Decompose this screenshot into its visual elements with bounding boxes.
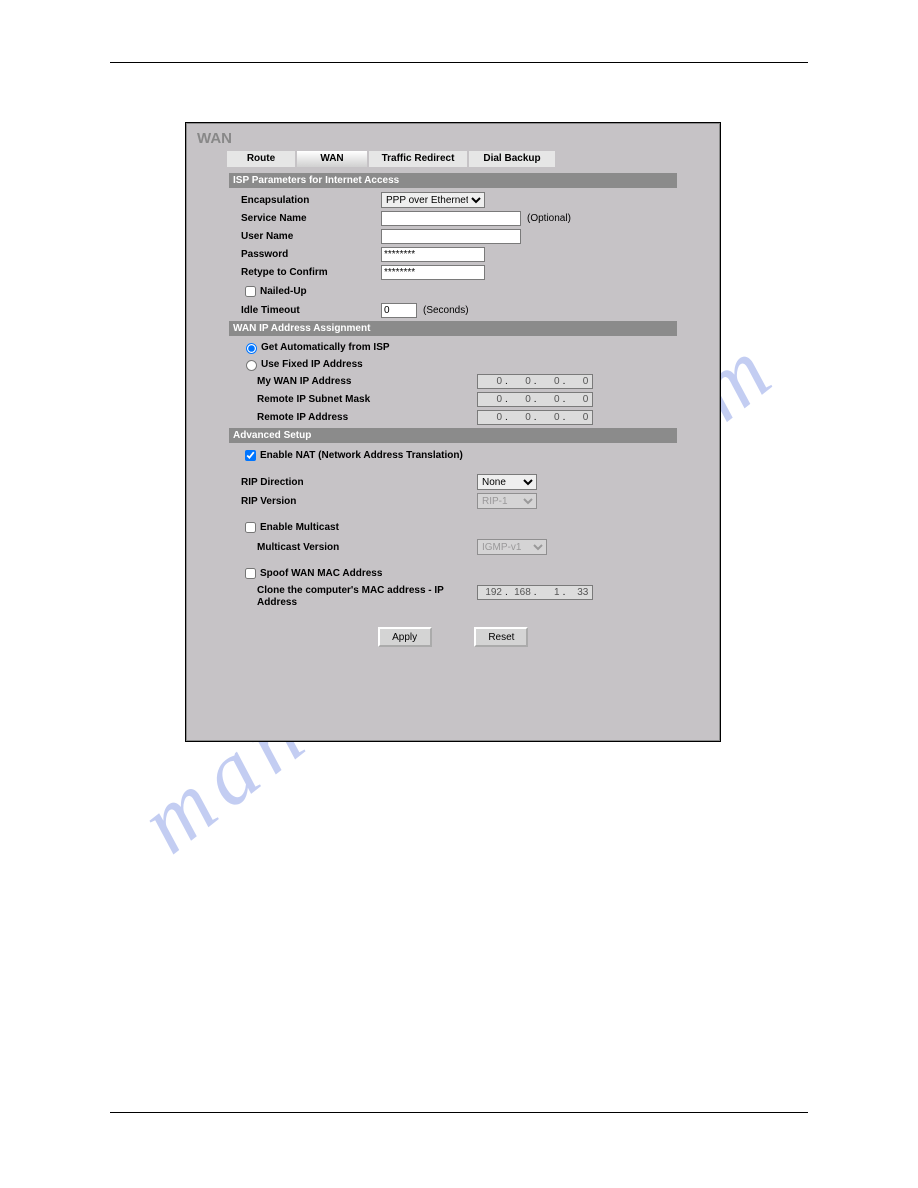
- form-body: ISP Parameters for Internet Access Encap…: [219, 169, 687, 665]
- retype-label: Retype to Confirm: [241, 267, 381, 278]
- tab-dial-backup[interactable]: Dial Backup: [469, 151, 555, 167]
- row-rip-version: RIP Version RIP-1: [241, 493, 677, 509]
- ip-octet[interactable]: [511, 411, 531, 424]
- remote-ip-input[interactable]: . . .: [477, 410, 593, 425]
- subnet-input[interactable]: . . .: [477, 392, 593, 407]
- ip-octet[interactable]: [511, 586, 531, 599]
- username-label: User Name: [241, 231, 381, 242]
- ip-octet[interactable]: [568, 375, 588, 388]
- ip-octet[interactable]: [482, 375, 502, 388]
- ip-octet[interactable]: [568, 393, 588, 406]
- ip-octet[interactable]: [540, 586, 560, 599]
- row-my-wan-ip: My WAN IP Address . . .: [257, 374, 677, 389]
- row-idle-timeout: Idle Timeout (Seconds): [241, 303, 677, 318]
- retype-input[interactable]: [381, 265, 485, 280]
- service-name-label: Service Name: [241, 213, 381, 224]
- section-isp: ISP Parameters for Internet Access: [229, 173, 677, 188]
- enable-nat-checkbox[interactable]: [245, 450, 256, 461]
- ip-octet[interactable]: [511, 375, 531, 388]
- rip-version-select[interactable]: RIP-1: [477, 493, 537, 509]
- service-name-input[interactable]: [381, 211, 521, 226]
- ip-octet[interactable]: [511, 393, 531, 406]
- wan-config-panel: WAN Route WAN Traffic Redirect Dial Back…: [186, 123, 720, 741]
- ip-octet[interactable]: [568, 411, 588, 424]
- row-subnet: Remote IP Subnet Mask . . .: [257, 392, 677, 407]
- ip-octet[interactable]: [482, 411, 502, 424]
- nailed-up-label: Nailed-Up: [260, 286, 307, 297]
- section-advanced: Advanced Setup: [229, 428, 677, 443]
- tab-wan[interactable]: WAN: [297, 151, 367, 167]
- row-auto-isp: Get Automatically from ISP: [241, 340, 677, 354]
- enable-multicast-checkbox[interactable]: [245, 522, 256, 533]
- idle-timeout-input[interactable]: [381, 303, 417, 318]
- enable-nat-label: Enable NAT (Network Address Translation): [260, 450, 463, 461]
- row-enable-nat: Enable NAT (Network Address Translation): [241, 447, 677, 464]
- button-row: Apply Reset: [229, 627, 677, 647]
- row-enable-multicast: Enable Multicast: [241, 519, 677, 536]
- screenshot-frame: WAN Route WAN Traffic Redirect Dial Back…: [185, 122, 721, 742]
- tab-traffic-redirect[interactable]: Traffic Redirect: [369, 151, 467, 167]
- password-label: Password: [241, 249, 381, 260]
- page-title: WAN: [187, 124, 719, 151]
- reset-button[interactable]: Reset: [474, 627, 528, 647]
- radio-auto-isp[interactable]: [246, 343, 257, 354]
- row-retype: Retype to Confirm: [241, 265, 677, 280]
- ip-octet[interactable]: [482, 586, 502, 599]
- ip-octet[interactable]: [540, 375, 560, 388]
- row-password: Password: [241, 247, 677, 262]
- encapsulation-select[interactable]: PPP over Ethernet: [381, 192, 485, 208]
- clone-ip-input[interactable]: . . .: [477, 585, 593, 600]
- tab-route[interactable]: Route: [227, 151, 295, 167]
- multicast-version-label: Multicast Version: [257, 542, 477, 553]
- auto-isp-label: Get Automatically from ISP: [261, 342, 390, 353]
- row-multicast-version: Multicast Version IGMP-v1: [257, 539, 677, 555]
- row-service-name: Service Name (Optional): [241, 211, 677, 226]
- section-wan-ip: WAN IP Address Assignment: [229, 321, 677, 336]
- row-username: User Name: [241, 229, 677, 244]
- spoof-mac-checkbox[interactable]: [245, 568, 256, 579]
- row-clone-mac: Clone the computer's MAC address - IP Ad…: [257, 585, 677, 609]
- fixed-ip-label: Use Fixed IP Address: [261, 359, 363, 370]
- my-wan-ip-input[interactable]: . . .: [477, 374, 593, 389]
- row-spoof-mac: Spoof WAN MAC Address: [241, 565, 677, 582]
- remote-ip-label: Remote IP Address: [257, 412, 477, 423]
- ip-octet[interactable]: [540, 411, 560, 424]
- row-encapsulation: Encapsulation PPP over Ethernet: [241, 192, 677, 208]
- row-rip-direction: RIP Direction None: [241, 474, 677, 490]
- document-page: manualshive.com WAN Route WAN Traffic Re…: [0, 0, 918, 1188]
- password-input[interactable]: [381, 247, 485, 262]
- page-rule-bottom: [110, 1112, 808, 1113]
- radio-fixed-ip[interactable]: [246, 360, 257, 371]
- idle-timeout-label: Idle Timeout: [241, 305, 381, 316]
- clone-mac-label: Clone the computer's MAC address - IP Ad…: [257, 585, 457, 609]
- rip-version-label: RIP Version: [241, 496, 477, 507]
- row-remote-ip: Remote IP Address . . .: [257, 410, 677, 425]
- rip-direction-label: RIP Direction: [241, 477, 477, 488]
- ip-octet[interactable]: [540, 393, 560, 406]
- row-fixed-ip: Use Fixed IP Address: [241, 357, 677, 371]
- my-wan-ip-label: My WAN IP Address: [257, 376, 477, 387]
- tabs: Route WAN Traffic Redirect Dial Backup: [227, 151, 719, 167]
- username-input[interactable]: [381, 229, 521, 244]
- apply-button[interactable]: Apply: [378, 627, 432, 647]
- multicast-version-select[interactable]: IGMP-v1: [477, 539, 547, 555]
- enable-multicast-label: Enable Multicast: [260, 522, 339, 533]
- encapsulation-label: Encapsulation: [241, 195, 381, 206]
- rip-direction-select[interactable]: None: [477, 474, 537, 490]
- page-rule-top: [110, 62, 808, 63]
- subnet-label: Remote IP Subnet Mask: [257, 394, 477, 405]
- ip-octet[interactable]: [568, 586, 588, 599]
- nailed-up-checkbox[interactable]: [245, 286, 256, 297]
- spoof-mac-label: Spoof WAN MAC Address: [260, 568, 382, 579]
- service-name-optional: (Optional): [527, 213, 571, 224]
- ip-octet[interactable]: [482, 393, 502, 406]
- row-nailed-up: Nailed-Up: [241, 283, 677, 300]
- idle-timeout-unit: (Seconds): [423, 305, 469, 316]
